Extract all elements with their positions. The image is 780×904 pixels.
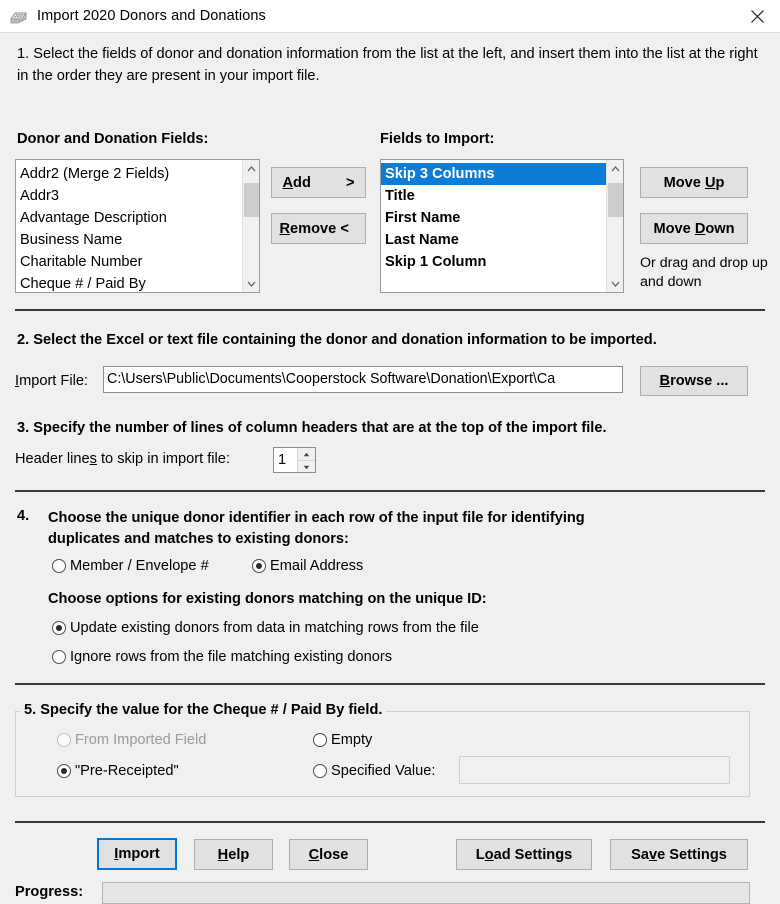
- step1-instructions: 1. Select the fields of donor and donati…: [17, 46, 758, 84]
- specified-value-input[interactable]: [459, 756, 730, 784]
- section-separator-3: [15, 683, 765, 685]
- section-separator-4: [15, 821, 765, 823]
- cheque-value-groupbox: [15, 711, 750, 797]
- radio-indicator: [57, 764, 71, 778]
- radio-indicator: [52, 650, 66, 664]
- save-settings-label: Save Settings: [631, 846, 727, 863]
- import-button[interactable]: Import: [97, 838, 177, 870]
- window-title: Import 2020 Donors and Donations: [37, 8, 266, 24]
- radio-indicator: [52, 559, 66, 573]
- donor-fields-label: Donor and Donation Fields:: [17, 131, 209, 147]
- step5-title: 5. Specify the value for the Cheque # / …: [20, 702, 387, 718]
- list-item[interactable]: Skip 1 Column: [381, 251, 606, 273]
- list-item[interactable]: Charitable Number: [16, 251, 242, 273]
- adding-machine-icon: [9, 6, 29, 26]
- scroll-up-icon[interactable]: [243, 160, 259, 177]
- radio-label: "Pre-Receipted": [75, 763, 179, 779]
- import-button-label: Import: [114, 846, 160, 862]
- load-settings-label: Load Settings: [475, 846, 573, 863]
- list-item[interactable]: Advantage Description: [16, 207, 242, 229]
- import-file-label: Import File:: [15, 373, 88, 389]
- header-lines-stepper[interactable]: 1: [273, 447, 316, 473]
- scroll-down-icon[interactable]: [607, 275, 623, 292]
- list-item[interactable]: Addr2 (Merge 2 Fields): [16, 163, 242, 185]
- list-item[interactable]: Skip 3 Columns: [381, 163, 606, 185]
- stepper-buttons: [297, 448, 315, 472]
- step4-instructions: Choose the unique donor identifier in ea…: [48, 510, 585, 547]
- list-item[interactable]: Last Name: [381, 229, 606, 251]
- radio-specified-value[interactable]: Specified Value:: [313, 763, 435, 779]
- section-separator-1: [15, 309, 765, 311]
- step4-subheading: Choose options for existing donors match…: [48, 591, 487, 607]
- drag-drop-hint: Or drag and drop up and down: [640, 255, 768, 290]
- radio-email-address[interactable]: Email Address: [252, 558, 363, 574]
- import-file-input[interactable]: C:\Users\Public\Documents\Cooperstock So…: [103, 366, 623, 393]
- import-fields-scrollbar[interactable]: [606, 160, 623, 292]
- import-fields-items: Skip 3 Columns Title First Name Last Name Sk…: [381, 160, 606, 273]
- radio-label: Specified Value:: [331, 763, 436, 779]
- window-title-bar: Import 2020 Donors and Donations: [0, 0, 780, 33]
- save-settings-button[interactable]: Save Settings: [610, 839, 748, 870]
- move-down-label: Move Down: [653, 220, 735, 237]
- radio-label: Ignore rows from the file matching exist…: [70, 649, 393, 665]
- add-button-label: Add: [282, 174, 311, 191]
- radio-indicator: [252, 559, 266, 573]
- help-button-label: Help: [217, 846, 250, 863]
- list-item[interactable]: Addr3: [16, 185, 242, 207]
- radio-label: Email Address: [270, 558, 364, 574]
- available-fields-items: Addr2 (Merge 2 Fields) Addr3 Advantage Des…: [16, 160, 242, 292]
- scrollbar-thumb[interactable]: [608, 183, 623, 217]
- available-fields-listbox[interactable]: Addr2 (Merge 2 Fields) Addr3 Advantage Des…: [15, 159, 260, 293]
- import-fields-listbox[interactable]: Skip 3 Columns Title First Name Last Name Sk…: [380, 159, 624, 293]
- move-up-label: Move Up: [663, 174, 725, 191]
- step2-instructions: 2. Select the Excel or text file contain…: [17, 332, 657, 348]
- available-fields-scrollbar[interactable]: [242, 160, 259, 292]
- help-button[interactable]: Help: [194, 839, 273, 870]
- radio-label: From Imported Field: [75, 732, 207, 748]
- scrollbar-thumb[interactable]: [244, 183, 259, 217]
- radio-label: Empty: [331, 732, 373, 748]
- header-lines-value: 1: [278, 452, 287, 468]
- progress-bar: [102, 882, 750, 904]
- dialog-body: 1. Select the fields of donor and donati…: [0, 33, 780, 904]
- radio-ignore-rows[interactable]: Ignore rows from the file matching exist…: [52, 649, 392, 665]
- radio-label: Member / Envelope #: [70, 558, 209, 574]
- list-item[interactable]: Cheque # / Paid By: [16, 273, 242, 292]
- move-down-button[interactable]: Move Down: [640, 213, 748, 244]
- remove-button-label: Remove <: [279, 220, 349, 237]
- list-item[interactable]: Title: [381, 185, 606, 207]
- list-item[interactable]: First Name: [381, 207, 606, 229]
- remove-button[interactable]: Remove <: [271, 213, 366, 244]
- radio-indicator: [52, 621, 66, 635]
- radio-indicator: [313, 733, 327, 747]
- step4-number: 4.: [17, 508, 30, 524]
- stepper-down-icon[interactable]: [298, 460, 315, 473]
- radio-member-envelope[interactable]: Member / Envelope #: [52, 558, 209, 574]
- close-button[interactable]: Close: [289, 839, 368, 870]
- radio-label: Update existing donors from data in matc…: [70, 620, 479, 636]
- stepper-up-icon[interactable]: [298, 448, 315, 460]
- add-button[interactable]: Add >: [271, 167, 366, 198]
- close-button-label: Close: [308, 846, 349, 863]
- radio-pre-receipted[interactable]: "Pre-Receipted": [57, 763, 179, 779]
- close-icon[interactable]: [734, 0, 780, 32]
- step3-instructions: 3. Specify the number of lines of column…: [17, 420, 607, 436]
- move-up-button[interactable]: Move Up: [640, 167, 748, 198]
- radio-update-existing[interactable]: Update existing donors from data in matc…: [52, 620, 479, 636]
- browse-button[interactable]: Browse ...: [640, 366, 748, 396]
- browse-button-label: Browse ...: [659, 373, 729, 389]
- scroll-down-icon[interactable]: [243, 275, 259, 292]
- radio-indicator: [57, 733, 71, 747]
- radio-empty[interactable]: Empty: [313, 732, 372, 748]
- load-settings-button[interactable]: Load Settings: [456, 839, 592, 870]
- scroll-up-icon[interactable]: [607, 160, 623, 177]
- section-separator-2: [15, 490, 765, 492]
- header-lines-label: Header lines to skip in import file:: [15, 451, 230, 467]
- radio-from-imported-field: From Imported Field: [57, 732, 206, 748]
- progress-label: Progress:: [15, 884, 84, 900]
- add-button-arrow: >: [345, 174, 355, 191]
- import-fields-label: Fields to Import:: [380, 131, 495, 147]
- list-item[interactable]: Business Name: [16, 229, 242, 251]
- radio-indicator: [313, 764, 327, 778]
